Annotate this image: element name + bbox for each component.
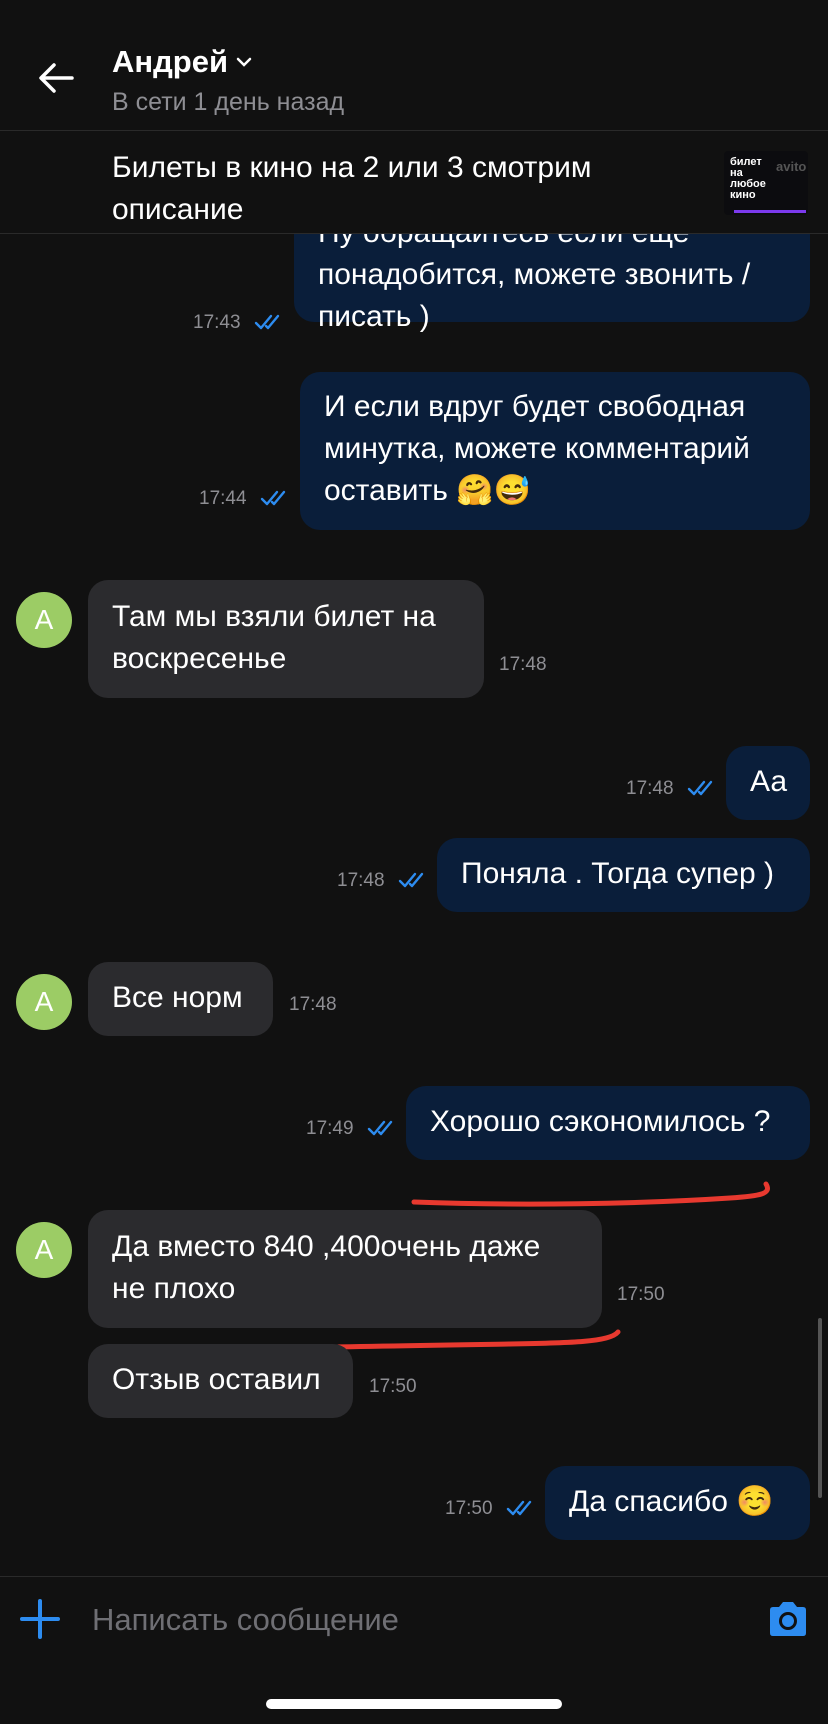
message-bubble-outgoing[interactable]: Поняла . Тогда супер ) bbox=[437, 838, 810, 912]
message-bubble-outgoing[interactable]: Аа bbox=[726, 746, 810, 820]
message-list[interactable]: Ну обращайтесь если еще понадобится, мож… bbox=[0, 234, 828, 1576]
double-check-icon bbox=[260, 490, 286, 506]
contact-status: В сети 1 день назад bbox=[112, 88, 345, 116]
message-text: Да спасибо ☺️ bbox=[569, 1485, 774, 1518]
message-bubble-incoming[interactable]: Да вместо 840 ,400очень даже не плохо bbox=[88, 1210, 602, 1328]
message-time: 17:49 bbox=[306, 1118, 354, 1139]
message-time: 17:50 bbox=[617, 1284, 665, 1305]
avatar[interactable]: А bbox=[16, 974, 72, 1030]
plus-icon[interactable] bbox=[18, 1597, 62, 1641]
message-time: 17:50 bbox=[445, 1498, 493, 1519]
message-bubble-outgoing[interactable]: И если вдруг будет свободная минутка, мо… bbox=[300, 372, 810, 530]
message-text: Хорошо сэкономилось ? bbox=[430, 1105, 771, 1138]
double-check-icon bbox=[398, 872, 424, 888]
message-bubble-outgoing[interactable]: Хорошо сэкономилось ? bbox=[406, 1086, 810, 1160]
listing-title[interactable]: Билеты в кино на 2 или 3 смотрим описани… bbox=[112, 147, 672, 231]
message-text: Да вместо 840 ,400очень даже не плохо bbox=[112, 1230, 541, 1305]
chat-header: Андрей В сети 1 день назад bbox=[0, 0, 828, 131]
message-text: Все норм bbox=[112, 981, 243, 1014]
message-text: Там мы взяли билет на воскресенье bbox=[112, 600, 436, 675]
listing-bar[interactable]: Билеты в кино на 2 или 3 смотрим описани… bbox=[0, 131, 828, 234]
message-bubble-outgoing[interactable]: Да спасибо ☺️ bbox=[545, 1466, 810, 1540]
message-bubble-incoming[interactable]: Отзыв оставил bbox=[88, 1344, 353, 1418]
thumbnail-strip bbox=[734, 210, 806, 213]
message-time: 17:48 bbox=[289, 994, 337, 1015]
message-time: 17:43 bbox=[193, 312, 241, 333]
listing-thumbnail[interactable]: билет на любое кино avito bbox=[724, 151, 808, 215]
message-text: Аа bbox=[750, 765, 788, 798]
message-text: Ну обращайтесь если еще понадобится, мож… bbox=[318, 234, 751, 333]
back-button[interactable] bbox=[30, 52, 82, 104]
thumbnail-text: билет на любое кино bbox=[730, 156, 766, 201]
arrow-left-icon bbox=[39, 63, 74, 93]
message-time: 17:48 bbox=[626, 778, 674, 799]
message-time: 17:50 bbox=[369, 1376, 417, 1397]
avatar[interactable]: А bbox=[16, 1222, 72, 1278]
home-indicator bbox=[266, 1699, 562, 1709]
message-time: 17:48 bbox=[499, 654, 547, 675]
thumbnail-logo: avito bbox=[776, 159, 807, 174]
message-time: 17:48 bbox=[337, 870, 385, 891]
double-check-icon bbox=[254, 314, 280, 330]
chevron-down-icon[interactable] bbox=[236, 56, 252, 68]
avatar[interactable]: А bbox=[16, 592, 72, 648]
message-composer bbox=[0, 1576, 828, 1724]
scrollbar[interactable] bbox=[818, 1318, 822, 1498]
camera-icon[interactable] bbox=[766, 1597, 810, 1641]
message-time: 17:44 bbox=[199, 488, 247, 509]
message-text: Поняла . Тогда супер ) bbox=[461, 857, 774, 890]
contact-name[interactable]: Андрей bbox=[112, 44, 228, 80]
message-text: Отзыв оставил bbox=[112, 1363, 321, 1396]
double-check-icon bbox=[506, 1500, 532, 1516]
message-bubble-outgoing[interactable]: Ну обращайтесь если еще понадобится, мож… bbox=[294, 234, 810, 333]
annotation-underline bbox=[411, 1181, 770, 1207]
message-bubble-incoming[interactable]: Там мы взяли билет на воскресенье bbox=[88, 580, 484, 698]
message-bubble-incoming[interactable]: Все норм bbox=[88, 962, 273, 1036]
message-text: И если вдруг будет свободная минутка, мо… bbox=[324, 390, 750, 507]
double-check-icon bbox=[687, 780, 713, 796]
double-check-icon bbox=[367, 1120, 393, 1136]
message-input[interactable] bbox=[90, 1595, 754, 1645]
